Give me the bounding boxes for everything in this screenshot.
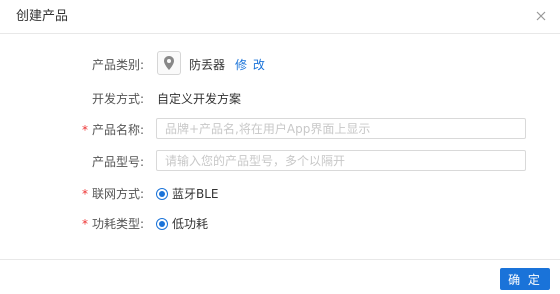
power-label: * 功耗类型: (82, 212, 144, 236)
network-label: * 联网方式: (82, 182, 144, 206)
dev-mode-row: 开发方式: 自定义开发方案 (0, 87, 560, 111)
product-name-label-text: 产品名称: (91, 123, 144, 137)
dialog-header: 创建产品 (0, 0, 560, 34)
product-name-label: * 产品名称: (82, 118, 144, 142)
product-model-row: 产品型号: (0, 150, 560, 174)
confirm-button[interactable]: 确 定 (500, 268, 550, 290)
category-thumbnail (157, 51, 181, 75)
product-model-input[interactable] (156, 150, 526, 171)
required-mark: * (81, 217, 88, 231)
dialog-title: 创建产品 (16, 9, 69, 24)
power-low-radio[interactable] (156, 218, 168, 230)
network-ble-label[interactable]: 蓝牙BLE (172, 182, 219, 206)
product-name-row: * 产品名称: (0, 118, 560, 142)
dev-mode-value: 自定义开发方案 (157, 92, 242, 106)
dev-mode-label: 开发方式: (91, 92, 144, 106)
required-mark: * (81, 187, 88, 201)
power-label-text: 功耗类型: (91, 217, 144, 231)
power-low-label[interactable]: 低功耗 (172, 212, 208, 236)
create-product-dialog: 创建产品 产品类别: 防丢器 修 改 开发方式: 自定义开发方案 * 产品名称: … (0, 0, 560, 294)
location-pin-icon (164, 56, 174, 70)
product-model-label: 产品型号: (91, 155, 144, 169)
category-value: 防丢器 (189, 58, 226, 72)
dialog-footer: 确 定 (0, 259, 560, 294)
close-icon[interactable] (534, 9, 548, 23)
category-label: 产品类别: (91, 58, 144, 72)
network-label-text: 联网方式: (91, 187, 144, 201)
required-mark: * (81, 123, 88, 137)
edit-category-link[interactable]: 修 改 (235, 53, 266, 77)
network-row: * 联网方式: 蓝牙BLE (0, 182, 560, 206)
power-row: * 功耗类型: 低功耗 (0, 212, 560, 236)
product-name-input[interactable] (156, 118, 526, 139)
network-ble-radio[interactable] (156, 188, 168, 200)
category-row: 产品类别: 防丢器 修 改 (0, 51, 560, 77)
